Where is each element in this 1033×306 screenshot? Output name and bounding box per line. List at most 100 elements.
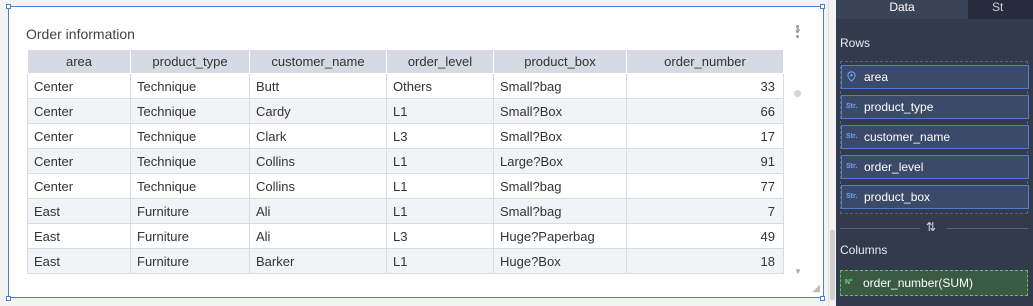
table-cell: 49: [626, 223, 784, 249]
string-type-icon: Str.: [846, 103, 858, 110]
selection-handle[interactable]: [820, 296, 825, 301]
tab-data[interactable]: Data: [836, 0, 968, 19]
table-cell: Center: [27, 148, 131, 174]
table-widget[interactable]: Order information area product_type cust…: [8, 6, 824, 298]
table-cell: Technique: [130, 173, 250, 199]
dashboard-canvas: Order information area product_type cust…: [0, 0, 836, 306]
table-cell: East: [27, 248, 131, 274]
row-field-customer-name[interactable]: Str. customer_name: [841, 125, 1029, 149]
selection-handle[interactable]: [6, 4, 11, 9]
field-label: area: [864, 70, 889, 84]
table-cell: Large?Box: [493, 148, 627, 174]
table-cell: Butt: [249, 73, 387, 99]
table-cell: Technique: [130, 98, 250, 124]
table-cell: Center: [27, 73, 131, 99]
table-header-row: area product_type customer_name order_le…: [27, 49, 784, 74]
field-panel: Data St Rows area Str. product_type Str.…: [836, 0, 1033, 306]
table-row: Center Technique Collins L1 Large?Box 91: [27, 148, 784, 174]
number-type-icon: N°: [845, 279, 853, 286]
table-cell: Clark: [249, 123, 387, 149]
scroll-up-icon[interactable]: ▲: [793, 24, 803, 34]
table-cell: L1: [386, 173, 494, 199]
column-header-order-level[interactable]: order_level: [386, 49, 494, 74]
table-cell: Small?Box: [493, 123, 627, 149]
tab-style[interactable]: St: [968, 0, 1033, 19]
row-field-order-level[interactable]: Str. order_level: [841, 155, 1029, 179]
divider-line: [946, 228, 1028, 229]
table-cell: L1: [386, 98, 494, 124]
swap-rows-columns-icon[interactable]: ⇅: [926, 220, 936, 234]
row-field-area[interactable]: area: [841, 65, 1029, 89]
table-cell: Furniture: [130, 248, 250, 274]
rows-drop-zone[interactable]: area Str. product_type Str. customer_nam…: [840, 61, 1029, 214]
table-cell: Collins: [249, 173, 387, 199]
location-pin-icon: [847, 71, 856, 82]
table-cell: 17: [626, 123, 784, 149]
table-cell: Huge?Paperbag: [493, 223, 627, 249]
column-header-product-type[interactable]: product_type: [130, 49, 250, 74]
row-field-product-type[interactable]: Str. product_type: [841, 95, 1029, 119]
field-label: order_level: [864, 160, 924, 174]
panel-divider-scrollbar[interactable]: [828, 0, 836, 306]
table-cell: Ali: [249, 223, 387, 249]
row-field-product-box[interactable]: Str. product_box: [841, 185, 1029, 209]
field-label: product_box: [864, 190, 931, 204]
panel-tabs: Data St: [836, 0, 1033, 19]
string-type-icon: Str.: [846, 163, 858, 170]
table-row: Center Technique Collins L1 Small?bag 77: [27, 173, 784, 199]
string-type-icon: Str.: [846, 133, 858, 140]
selection-handle[interactable]: [6, 296, 11, 301]
table-row: Center Technique Clark L3 Small?Box 17: [27, 123, 784, 149]
table-cell: 77: [626, 173, 784, 199]
column-header-product-box[interactable]: product_box: [493, 49, 627, 74]
table-row: East Furniture Ali L3 Huge?Paperbag 49: [27, 223, 784, 249]
field-label: product_type: [864, 100, 934, 114]
table-cell: 7: [626, 198, 784, 224]
table-cell: 33: [626, 73, 784, 99]
table-cell: L3: [386, 123, 494, 149]
columns-section-label: Columns: [840, 243, 888, 257]
field-label: customer_name: [864, 130, 951, 144]
column-field-order-number[interactable]: N° order_number(SUM): [840, 270, 1028, 296]
table-cell: 18: [626, 248, 784, 274]
table-row: East Furniture Barker L1 Huge?Box 18: [27, 248, 784, 274]
table-scrollbar[interactable]: ▲ ▼: [793, 24, 803, 277]
table-cell: Center: [27, 173, 131, 199]
selection-handle[interactable]: [820, 4, 825, 9]
table-cell: Cardy: [249, 98, 387, 124]
scroll-down-icon[interactable]: ▼: [793, 267, 803, 277]
app-root: Order information area product_type cust…: [0, 0, 1033, 306]
table-cell: Collins: [249, 148, 387, 174]
table-cell: Small?bag: [493, 173, 627, 199]
resize-handle-icon[interactable]: ◢: [812, 283, 820, 294]
table-cell: Center: [27, 98, 131, 124]
table-cell: Huge?Box: [493, 248, 627, 274]
column-header-customer-name[interactable]: customer_name: [249, 49, 387, 74]
table-cell: Center: [27, 123, 131, 149]
divider-scroll-thumb[interactable]: [830, 230, 835, 300]
table-cell: Furniture: [130, 198, 250, 224]
field-label: order_number(SUM): [863, 276, 974, 290]
rows-section-label: Rows: [840, 36, 871, 50]
table-cell: East: [27, 198, 131, 224]
table-cell: L1: [386, 198, 494, 224]
table-cell: Small?Box: [493, 98, 627, 124]
table-cell: East: [27, 223, 131, 249]
column-header-area[interactable]: area: [27, 49, 131, 74]
table-cell: L1: [386, 248, 494, 274]
table-cell: Barker: [249, 248, 387, 274]
table-row: East Furniture Ali L1 Small?bag 7: [27, 198, 784, 224]
table-cell: Furniture: [130, 223, 250, 249]
scrollbar-thumb[interactable]: [794, 90, 801, 97]
table-cell: 66: [626, 98, 784, 124]
table-cell: 91: [626, 148, 784, 174]
table-cell: Ali: [249, 198, 387, 224]
column-header-order-number[interactable]: order_number: [626, 49, 784, 74]
table-cell: Technique: [130, 123, 250, 149]
string-type-icon: Str.: [846, 193, 858, 200]
table-cell: Others: [386, 73, 494, 99]
table-cell: L3: [386, 223, 494, 249]
widget-title: Order information: [26, 26, 135, 42]
table-cell: Technique: [130, 148, 250, 174]
table-cell: L1: [386, 148, 494, 174]
